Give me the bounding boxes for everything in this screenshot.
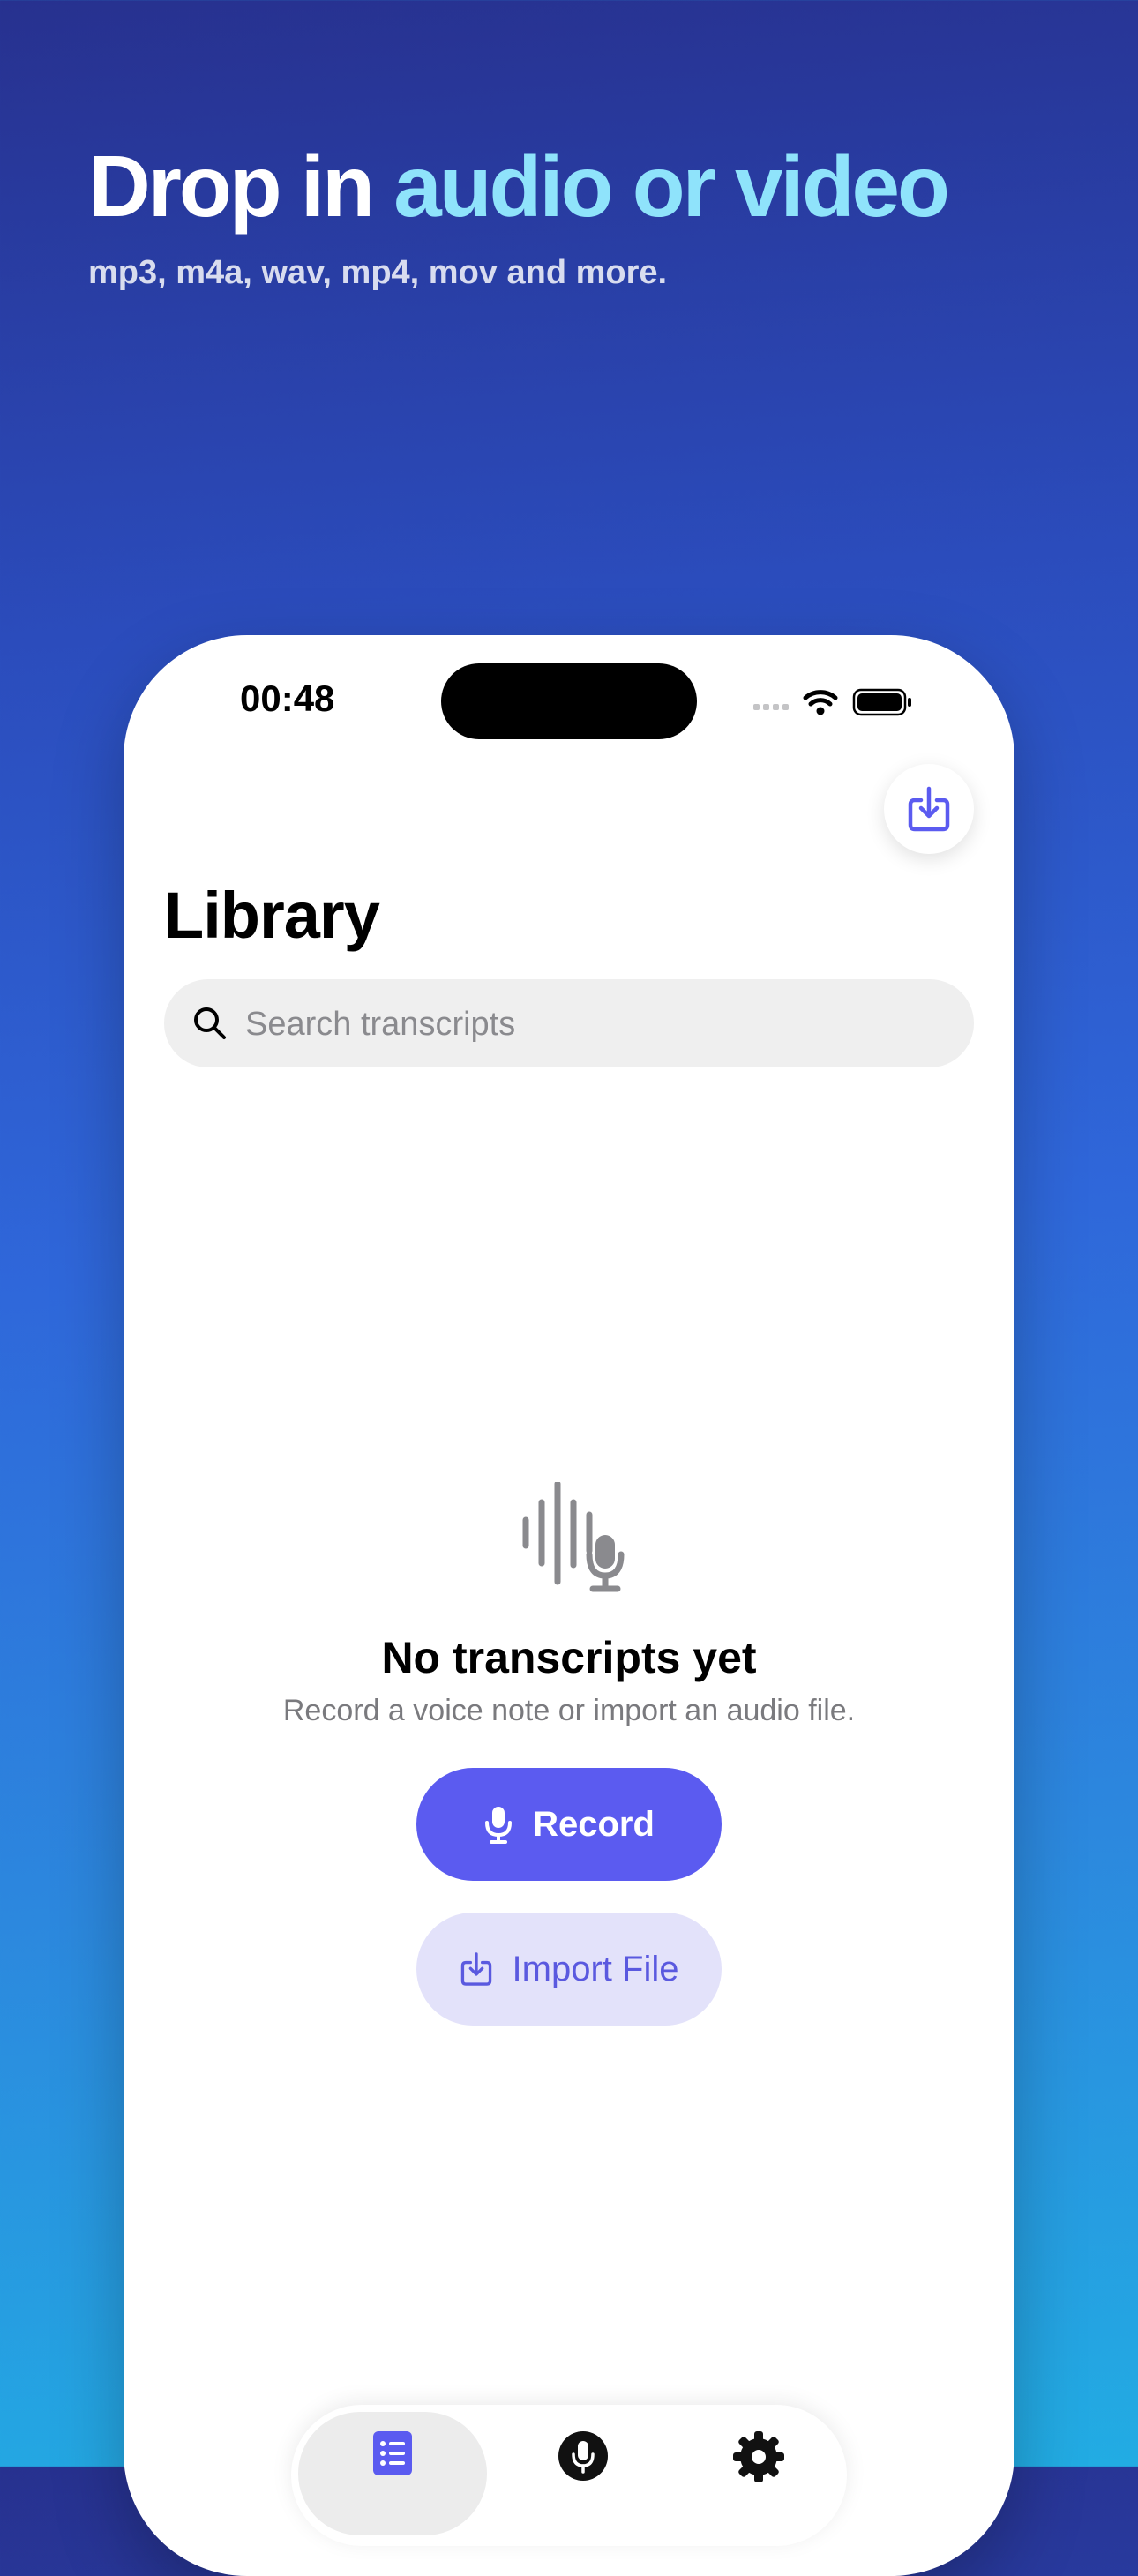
mic-icon	[558, 2431, 608, 2481]
status-time: 00:48	[240, 678, 335, 719]
tab-settings[interactable]	[679, 2412, 838, 2535]
gear-icon	[733, 2431, 784, 2482]
list-icon	[373, 2431, 412, 2475]
cellular-signal-icon	[753, 704, 789, 710]
record-button-label: Record	[533, 1804, 655, 1844]
status-icons	[753, 688, 911, 716]
headline-accent: audio or video	[393, 138, 950, 235]
tab-bar	[291, 2405, 847, 2546]
import-icon	[908, 786, 950, 832]
headline-subtitle: mp3, m4a, wav, mp4, mov and more.	[88, 254, 668, 291]
headline-lead: Drop in	[88, 138, 394, 235]
import-file-button[interactable]: Import File	[416, 1913, 722, 2026]
search-input[interactable]	[243, 979, 953, 1069]
import-icon	[460, 1952, 491, 1986]
empty-state-title: No transcripts yet	[381, 1633, 757, 1682]
phone-frame: 00:48 Library Search transcripts No tran…	[124, 635, 1014, 2576]
mic-icon	[485, 1807, 513, 1844]
wifi-icon	[803, 690, 838, 707]
tab-record[interactable]	[517, 2412, 649, 2535]
waveform-mic-icon	[522, 1482, 625, 1592]
empty-state-subtitle: Record a voice note or import an audio f…	[282, 1694, 856, 1727]
page-title: Library	[164, 879, 380, 952]
battery-icon	[852, 688, 911, 716]
dynamic-island	[441, 663, 697, 739]
import-file-button-label: Import File	[512, 1949, 679, 1988]
record-button[interactable]: Record	[416, 1768, 722, 1881]
search-bar[interactable]	[164, 979, 974, 1069]
headline: Drop in audio or video	[88, 137, 950, 236]
tab-library[interactable]	[298, 2412, 487, 2535]
search-icon	[194, 1007, 226, 1039]
import-fab-button[interactable]	[884, 764, 974, 854]
